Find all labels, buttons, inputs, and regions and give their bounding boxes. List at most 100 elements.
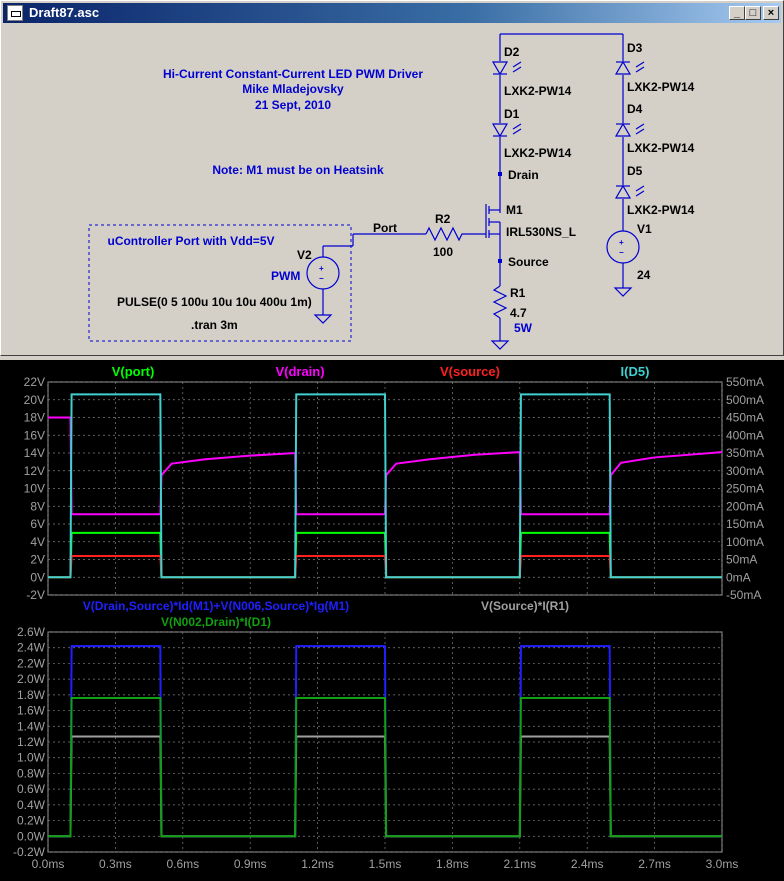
- y-tick-label: 4V: [30, 535, 45, 549]
- legend-label: V(N002,Drain)*I(D1): [161, 615, 271, 629]
- y-tick-label: 0V: [30, 570, 45, 584]
- y-tick-label: 2.2W: [17, 656, 46, 670]
- y-tick-label: 0.6W: [17, 782, 46, 796]
- legend-label: V(drain): [275, 364, 324, 379]
- d3-ref: D3: [627, 41, 643, 55]
- y2-tick-label: 550mA: [726, 375, 764, 389]
- v1-value: 24: [637, 268, 651, 282]
- note-text: Note: M1 must be on Heatsink: [212, 163, 384, 177]
- y2-tick-label: 250mA: [726, 482, 764, 496]
- schematic-window: Draft87.asc _ □ × Hi-Current Constant-Cu…: [0, 0, 784, 356]
- r1-power: 5W: [514, 321, 533, 335]
- y2-tick-label: 400mA: [726, 428, 764, 442]
- d4-ref: D4: [627, 102, 643, 116]
- v2-ref: V2: [297, 248, 312, 262]
- m1-value: IRL530NS_L: [506, 225, 576, 239]
- y-tick-label: 0.4W: [17, 798, 46, 812]
- source-net-label: Source: [508, 255, 549, 269]
- r2-ref: R2: [435, 212, 451, 226]
- pulse-directive: PULSE(0 5 100u 10u 10u 400u 1m): [117, 295, 312, 309]
- series-line-id5: [48, 393, 722, 579]
- y-tick-label: 22V: [24, 375, 45, 389]
- r2-value: 100: [433, 245, 453, 259]
- d4-value: LXK2-PW14: [627, 141, 695, 155]
- x-tick-label: 2.4ms: [571, 857, 604, 871]
- header-line-3: 21 Sept, 2010: [255, 98, 331, 112]
- d2-ref: D2: [504, 45, 520, 59]
- y2-tick-label: 300mA: [726, 464, 764, 478]
- document-icon: [7, 5, 23, 21]
- y2-tick-label: -50mA: [726, 588, 761, 602]
- y-tick-label: 1.6W: [17, 704, 46, 718]
- svg-text:+: +: [319, 264, 324, 273]
- d1-value: LXK2-PW14: [504, 146, 572, 160]
- legend-label: V(Source)*I(R1): [481, 599, 569, 613]
- r1-value: 4.7: [510, 306, 527, 320]
- y-tick-label: 1.0W: [17, 751, 46, 765]
- tran-directive: .tran 3m: [191, 318, 238, 332]
- x-tick-label: 0.6ms: [166, 857, 199, 871]
- y-tick-label: 12V: [24, 464, 45, 478]
- y-tick-label: 0.2W: [17, 814, 46, 828]
- x-tick-label: 1.5ms: [369, 857, 402, 871]
- waveform-viewer[interactable]: 22V 20V 18V 16V 14V 12V 10V 8V 6V 4V 2V 0V -2V 550mA 5…: [0, 360, 784, 881]
- y-tick-label: 1.4W: [17, 719, 46, 733]
- x-tick-label: 1.8ms: [436, 857, 469, 871]
- y2-tick-label: 200mA: [726, 499, 764, 513]
- y-tick-label: 0.0W: [17, 829, 46, 843]
- y-tick-label: 2.0W: [17, 672, 46, 686]
- x-tick-label: 2.1ms: [503, 857, 536, 871]
- x-tick-label: 2.7ms: [638, 857, 671, 871]
- y2-tick-label: 450mA: [726, 411, 764, 425]
- header-line-2: Mike Mladejovsky: [242, 82, 344, 96]
- y-tick-label: 0.8W: [17, 766, 46, 780]
- y2-tick-label: 100mA: [726, 535, 764, 549]
- port-net-label: Port: [373, 221, 397, 235]
- d3-value: LXK2-PW14: [627, 80, 695, 94]
- y-tick-label: 18V: [24, 411, 45, 425]
- legend-label: V(source): [440, 364, 500, 379]
- y-tick-label: 6V: [30, 517, 45, 531]
- x-tick-label: 0.3ms: [99, 857, 132, 871]
- x-tick-label: 3.0ms: [706, 857, 739, 871]
- y-tick-label: 2V: [30, 553, 45, 567]
- y-tick-label: 2.6W: [17, 625, 46, 639]
- x-tick-label: 0.0ms: [32, 857, 65, 871]
- svg-text:+: +: [619, 238, 624, 247]
- header-line-1: Hi-Current Constant-Current LED PWM Driv…: [163, 67, 423, 81]
- d5-ref: D5: [627, 164, 643, 178]
- minimize-button[interactable]: _: [729, 6, 745, 20]
- v2-value: PWM: [271, 269, 300, 283]
- maximize-button[interactable]: □: [745, 6, 761, 20]
- series-line-vsource: [48, 554, 722, 579]
- y-tick-label: 1.8W: [17, 688, 46, 702]
- close-button[interactable]: ×: [763, 6, 779, 20]
- y-tick-label: 16V: [24, 428, 45, 442]
- m1-ref: M1: [506, 203, 523, 217]
- v1-ref: V1: [637, 222, 652, 236]
- pane-top[interactable]: 22V 20V 18V 16V 14V 12V 10V 8V 6V 4V 2V 0V -2V 550mA 5…: [24, 364, 764, 602]
- title-bar[interactable]: Draft87.asc _ □ ×: [3, 3, 781, 23]
- legend-label: V(port): [112, 364, 155, 379]
- y-tick-label: 14V: [24, 446, 45, 460]
- window-title: Draft87.asc: [29, 5, 100, 20]
- r1-ref: R1: [510, 286, 526, 300]
- schematic-canvas[interactable]: Hi-Current Constant-Current LED PWM Driv…: [5, 25, 781, 353]
- y2-tick-label: 500mA: [726, 393, 764, 407]
- y2-tick-label: 50mA: [726, 553, 757, 567]
- power-series-line: [48, 697, 722, 838]
- pane-bottom[interactable]: 2.6W 2.4W2.2W 2.0W 1.8W 1.6W1.4W 1.2W 1.0W0.8W…: [13, 599, 738, 871]
- legend-label: I(D5): [621, 364, 650, 379]
- y-tick-label: -2V: [26, 588, 45, 602]
- legend-label: V(Drain,Source)*Id(M1)+V(N006,Source)*Ig…: [83, 599, 349, 613]
- svg-text:−: −: [619, 248, 624, 257]
- y2-tick-label: 0mA: [726, 570, 751, 584]
- x-tick-label: 1.2ms: [301, 857, 334, 871]
- d5-value: LXK2-PW14: [627, 203, 695, 217]
- svg-text:−: −: [319, 274, 324, 283]
- d2-value: LXK2-PW14: [504, 84, 572, 98]
- y2-tick-label: 150mA: [726, 517, 764, 531]
- d1-ref: D1: [504, 107, 520, 121]
- x-tick-label: 0.9ms: [234, 857, 267, 871]
- y-tick-label: 2.4W: [17, 641, 46, 655]
